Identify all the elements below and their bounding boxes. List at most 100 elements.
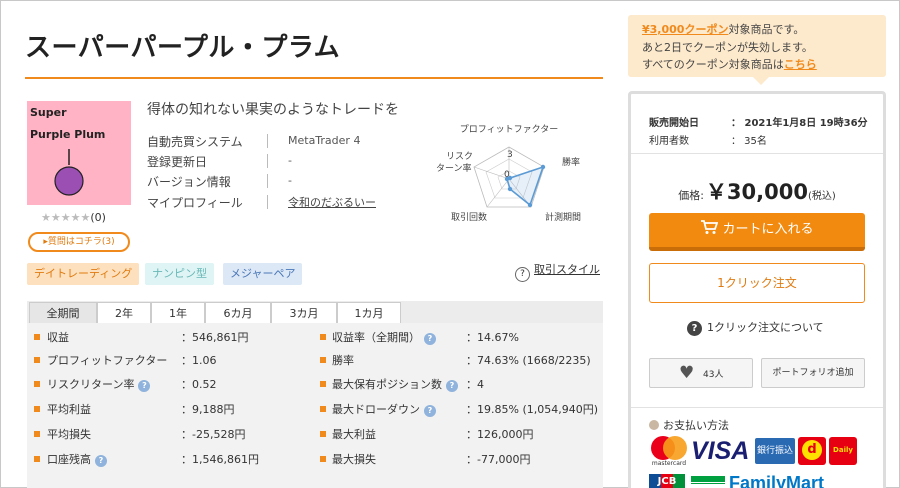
stat-bullet — [34, 381, 40, 387]
product-subtitle: 得体の知れない果実のようなトレードを — [147, 102, 399, 118]
tab-2-years[interactable]: 2年 — [97, 302, 151, 324]
stat-value-profit-factor: ：1.06 — [181, 354, 217, 367]
stat-value-max-loss: ：-77,000円 — [466, 453, 531, 466]
help-icon[interactable]: ? — [424, 333, 436, 345]
stat-value-balance: ：1,546,861円 — [181, 453, 259, 466]
stat-label-max-profit: 最大利益 — [332, 428, 376, 441]
info-separator — [267, 134, 268, 148]
info-label-system: 自動売買システム — [147, 135, 243, 149]
cart-icon — [701, 220, 719, 234]
help-icon: ? — [687, 321, 702, 336]
stat-label-risk-return: リスクリターン率? — [47, 376, 151, 392]
question-button[interactable]: ▸質問はコチラ(3) — [28, 232, 130, 252]
bank-transfer-logo: 銀行振込 — [755, 438, 795, 464]
help-icon[interactable]: ? — [424, 405, 436, 417]
meta-divider — [631, 153, 883, 154]
tab-6-months[interactable]: 6カ月 — [205, 302, 271, 324]
help-icon[interactable]: ? — [138, 380, 151, 392]
stat-label-max-drawdown: 最大ドローダウン? — [332, 401, 436, 417]
stat-value-revenue: ：546,861円 — [181, 331, 249, 344]
stat-label-revenue: 収益 — [47, 331, 69, 344]
radar-label-risk2: ターン率 — [436, 162, 472, 174]
price-value: ￥30,000 — [705, 180, 808, 204]
price: 価格:￥30,000(税込) — [649, 176, 865, 206]
product-image-text-line1: Super — [30, 106, 67, 119]
help-icon[interactable]: ? — [95, 455, 107, 467]
coupon-line-1: ¥3,000クーポン対象商品です。 — [642, 23, 805, 36]
coupon-link[interactable]: ¥3,000クーポン — [642, 23, 728, 36]
stat-bullet — [320, 357, 326, 363]
favorite-button[interactable]: ♥ 43人 — [649, 358, 753, 388]
trade-style-link[interactable]: ? 取引スタイル — [515, 261, 600, 282]
radar-chart: プロフィットファクター 勝率 計測期間 取引回数 リスク ターン率 3 0 — [436, 124, 581, 223]
stat-bullet — [34, 406, 40, 412]
trade-style-label: 取引スタイル — [534, 263, 600, 276]
add-portfolio-button[interactable]: ポートフォリオ追加 — [761, 358, 865, 388]
familymart-logo: FamilyMart — [729, 473, 825, 488]
stat-value-avg-loss: ：-25,528円 — [181, 428, 246, 441]
stat-label-balance: 口座残高? — [47, 451, 107, 467]
stat-value-max-positions: ：4 — [466, 378, 484, 391]
one-click-order-button[interactable]: 1クリック注文 — [649, 263, 865, 303]
tag-nanpin[interactable]: ナンピン型 — [145, 263, 214, 285]
stat-bullet — [34, 334, 40, 340]
heart-icon: ♥ — [679, 363, 695, 383]
tag-major-pair[interactable]: メジャーペア — [223, 263, 303, 285]
price-label: 価格: — [678, 189, 704, 202]
stat-bullet — [320, 406, 326, 412]
info-separator — [267, 195, 268, 209]
tag-daytrade[interactable]: デイトレーディング — [27, 263, 140, 285]
add-to-cart-button[interactable]: カートに入れる — [649, 213, 865, 251]
tab-all-period[interactable]: 全期間 — [29, 302, 97, 324]
product-image-text-line2: Purple Plum — [30, 128, 106, 141]
radar-scale-label-0: 0 — [504, 170, 510, 180]
coupon-all-link[interactable]: こちら — [784, 58, 817, 71]
coupon-line-3: すべてのクーポン対象商品はこちら — [642, 58, 817, 71]
payment-title: お支払い方法 — [649, 417, 729, 433]
d-payment-logo: d — [798, 437, 826, 465]
radar-label-period: 計測期間 — [545, 211, 581, 223]
stat-value-win-rate: ：74.63% (1668/2235) — [466, 354, 591, 367]
visa-logo: VISA — [691, 437, 750, 465]
tab-1-year[interactable]: 1年 — [151, 302, 205, 324]
radar-label-winrate: 勝率 — [562, 156, 580, 168]
stat-bullet — [34, 431, 40, 437]
stat-value-max-drawdown: ：19.85% (1,054,940円) — [466, 403, 599, 416]
profile-link[interactable]: 令和のだぶるいー — [288, 194, 376, 210]
one-click-help-link[interactable]: ? 1クリック注文について — [687, 319, 824, 336]
stat-label-avg-profit: 平均利益 — [47, 403, 91, 416]
help-icon[interactable]: ? — [446, 380, 458, 392]
stat-bullet — [320, 456, 326, 462]
stat-bullet — [320, 334, 326, 340]
daily-yamazaki-logo: Daily — [829, 437, 857, 465]
stat-value-return-rate: ：14.67% — [466, 331, 519, 344]
add-to-cart-label: カートに入れる — [722, 222, 814, 237]
info-label-version: バージョン情報 — [147, 175, 231, 189]
sale-start-label: 販売開始日 — [649, 118, 699, 129]
stat-label-return-rate: 収益率（全期間）? — [332, 329, 436, 345]
bullet-icon — [649, 420, 659, 430]
plum-icon — [54, 149, 84, 196]
stat-label-max-loss: 最大損失 — [332, 453, 376, 466]
stat-bullet — [320, 381, 326, 387]
info-label-profile: マイプロフィール — [147, 196, 243, 210]
radar-label-risk1: リスク — [446, 151, 473, 162]
info-value-system: MetaTrader 4 — [288, 134, 361, 147]
tab-3-months[interactable]: 3カ月 — [271, 302, 337, 324]
stat-value-avg-profit: ：9,188円 — [181, 403, 235, 416]
users-value: ： 35名 — [731, 136, 767, 147]
sale-start-value: ： 2021年1月8日 19時36分 — [731, 118, 868, 129]
rating-stars-icon: ★★★★★ — [41, 211, 91, 224]
price-tax: (税込) — [807, 191, 836, 202]
radar-label-trades: 取引回数 — [451, 211, 487, 223]
tab-1-month[interactable]: 1カ月 — [337, 302, 401, 324]
stat-label-win-rate: 勝率 — [332, 354, 354, 367]
rating-count: (0) — [90, 211, 106, 224]
stat-value-risk-return: ：0.52 — [181, 378, 217, 391]
mastercard-logo: mastercard — [649, 435, 689, 469]
stat-bullet — [320, 431, 326, 437]
info-value-version: - — [288, 174, 292, 187]
radar-label-top: プロフィットファクター — [460, 124, 558, 135]
stat-label-profit-factor: プロフィットファクター — [47, 354, 168, 367]
help-icon: ? — [515, 267, 530, 282]
